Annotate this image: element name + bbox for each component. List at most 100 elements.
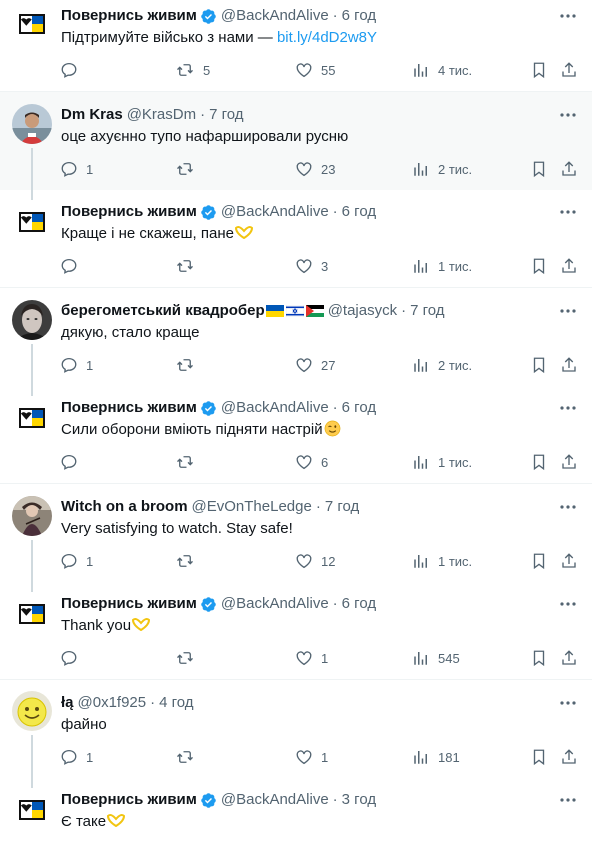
tweet[interactable]: Повернись живим @BackAndAlive · 3 год Є … bbox=[0, 778, 592, 841]
display-name[interactable]: Witch on a broom bbox=[61, 497, 188, 517]
handle[interactable]: @BackAndAlive bbox=[221, 594, 329, 614]
display-name[interactable]: łą bbox=[61, 693, 74, 713]
timestamp[interactable]: 3 год bbox=[342, 790, 376, 810]
retweet-button[interactable] bbox=[175, 256, 203, 276]
display-name[interactable]: Повернись живим bbox=[61, 6, 197, 26]
tweet[interactable]: łą @0x1f925 · 4 год файно 1 1 181 bbox=[0, 680, 592, 778]
share-button[interactable] bbox=[560, 159, 578, 179]
reply-button[interactable]: 1 bbox=[60, 747, 93, 767]
reply-button[interactable]: 1 bbox=[60, 355, 93, 375]
like-button[interactable]: 1 bbox=[295, 648, 328, 668]
timestamp[interactable]: 7 год bbox=[410, 301, 444, 321]
views-button[interactable]: 2 тис. bbox=[412, 355, 472, 375]
handle[interactable]: @0x1f925 bbox=[78, 693, 147, 713]
avatar[interactable] bbox=[12, 398, 52, 438]
tweet[interactable]: Повернись живим @BackAndAlive · 6 год Си… bbox=[0, 385, 592, 483]
timestamp[interactable]: 7 год bbox=[325, 497, 359, 517]
handle[interactable]: @BackAndAlive bbox=[221, 6, 329, 26]
reply-button[interactable] bbox=[60, 60, 86, 80]
more-options-icon[interactable] bbox=[558, 301, 578, 321]
bookmark-button[interactable] bbox=[530, 551, 548, 571]
share-button[interactable] bbox=[560, 355, 578, 375]
more-options-icon[interactable] bbox=[558, 398, 578, 418]
display-name[interactable]: Dm Kras bbox=[61, 105, 123, 125]
reply-button[interactable] bbox=[60, 648, 86, 668]
views-button[interactable]: 181 bbox=[412, 747, 460, 767]
tweet-link[interactable]: bit.ly/4dD2w8Y bbox=[277, 29, 377, 46]
views-button[interactable]: 1 тис. bbox=[412, 551, 472, 571]
views-button[interactable]: 4 тис. bbox=[412, 60, 472, 80]
display-name[interactable]: Повернись живим bbox=[61, 398, 197, 418]
bookmark-button[interactable] bbox=[530, 159, 548, 179]
more-options-icon[interactable] bbox=[558, 497, 578, 517]
bookmark-button[interactable] bbox=[530, 747, 548, 767]
timestamp[interactable]: 6 год bbox=[342, 398, 376, 418]
handle[interactable]: @tajasyck bbox=[328, 301, 397, 321]
tweet[interactable]: Dm Kras @KrasDm · 7 год оце ахуєнно тупо… bbox=[0, 92, 592, 190]
tweet[interactable]: Повернись живим @BackAndAlive · 6 год Пі… bbox=[0, 0, 592, 92]
avatar[interactable] bbox=[12, 300, 52, 340]
display-name[interactable]: Повернись живим bbox=[61, 790, 197, 810]
views-button[interactable]: 2 тис. bbox=[412, 159, 472, 179]
handle[interactable]: @KrasDm bbox=[127, 105, 196, 125]
timestamp[interactable]: 6 год bbox=[342, 594, 376, 614]
share-button[interactable] bbox=[560, 60, 578, 80]
views-button[interactable]: 1 тис. bbox=[412, 452, 472, 472]
timestamp[interactable]: 6 год bbox=[342, 6, 376, 26]
retweet-button[interactable] bbox=[175, 648, 203, 668]
tweet[interactable]: Witch on a broom @EvOnTheLedge · 7 год V… bbox=[0, 484, 592, 582]
timestamp[interactable]: 6 год bbox=[342, 202, 376, 222]
retweet-button[interactable] bbox=[175, 747, 203, 767]
like-button[interactable]: 12 bbox=[295, 551, 335, 571]
tweet[interactable]: Повернись живим @BackAndAlive · 6 год Кр… bbox=[0, 190, 592, 287]
handle[interactable]: @BackAndAlive bbox=[221, 398, 329, 418]
like-button[interactable]: 23 bbox=[295, 159, 335, 179]
bookmark-button[interactable] bbox=[530, 355, 548, 375]
bookmark-button[interactable] bbox=[530, 648, 548, 668]
display-name[interactable]: Повернись живим bbox=[61, 202, 197, 222]
avatar[interactable] bbox=[12, 790, 52, 830]
share-button[interactable] bbox=[560, 551, 578, 571]
avatar[interactable] bbox=[12, 4, 52, 44]
retweet-button[interactable] bbox=[175, 355, 203, 375]
bookmark-button[interactable] bbox=[530, 452, 548, 472]
handle[interactable]: @BackAndAlive bbox=[221, 202, 329, 222]
more-options-icon[interactable] bbox=[558, 693, 578, 713]
like-button[interactable]: 6 bbox=[295, 452, 328, 472]
share-button[interactable] bbox=[560, 452, 578, 472]
avatar[interactable] bbox=[12, 594, 52, 634]
more-options-icon[interactable] bbox=[558, 202, 578, 222]
avatar[interactable] bbox=[12, 104, 52, 144]
share-button[interactable] bbox=[560, 648, 578, 668]
more-options-icon[interactable] bbox=[558, 6, 578, 26]
timestamp[interactable]: 4 год bbox=[159, 693, 193, 713]
display-name[interactable]: берегометський квадробер bbox=[61, 301, 265, 321]
retweet-button[interactable] bbox=[175, 452, 203, 472]
reply-button[interactable] bbox=[60, 452, 86, 472]
avatar[interactable] bbox=[12, 691, 52, 731]
timestamp[interactable]: 7 год bbox=[209, 105, 243, 125]
more-options-icon[interactable] bbox=[558, 790, 578, 810]
retweet-button[interactable] bbox=[175, 551, 203, 571]
more-options-icon[interactable] bbox=[558, 105, 578, 125]
share-button[interactable] bbox=[560, 747, 578, 767]
more-options-icon[interactable] bbox=[558, 594, 578, 614]
retweet-button[interactable]: 5 bbox=[175, 60, 210, 80]
views-button[interactable]: 545 bbox=[412, 648, 460, 668]
reply-button[interactable]: 1 bbox=[60, 159, 93, 179]
reply-button[interactable]: 1 bbox=[60, 551, 93, 571]
bookmark-button[interactable] bbox=[530, 60, 548, 80]
tweet[interactable]: берегометський квадробер @tajasyck · 7 г… bbox=[0, 288, 592, 385]
retweet-button[interactable] bbox=[175, 159, 203, 179]
avatar[interactable] bbox=[12, 202, 52, 242]
bookmark-button[interactable] bbox=[530, 256, 548, 276]
views-button[interactable]: 1 тис. bbox=[412, 256, 472, 276]
share-button[interactable] bbox=[560, 256, 578, 276]
like-button[interactable]: 27 bbox=[295, 355, 335, 375]
reply-button[interactable] bbox=[60, 256, 86, 276]
avatar[interactable] bbox=[12, 496, 52, 536]
handle[interactable]: @BackAndAlive bbox=[221, 790, 329, 810]
display-name[interactable]: Повернись живим bbox=[61, 594, 197, 614]
like-button[interactable]: 3 bbox=[295, 256, 328, 276]
handle[interactable]: @EvOnTheLedge bbox=[192, 497, 312, 517]
